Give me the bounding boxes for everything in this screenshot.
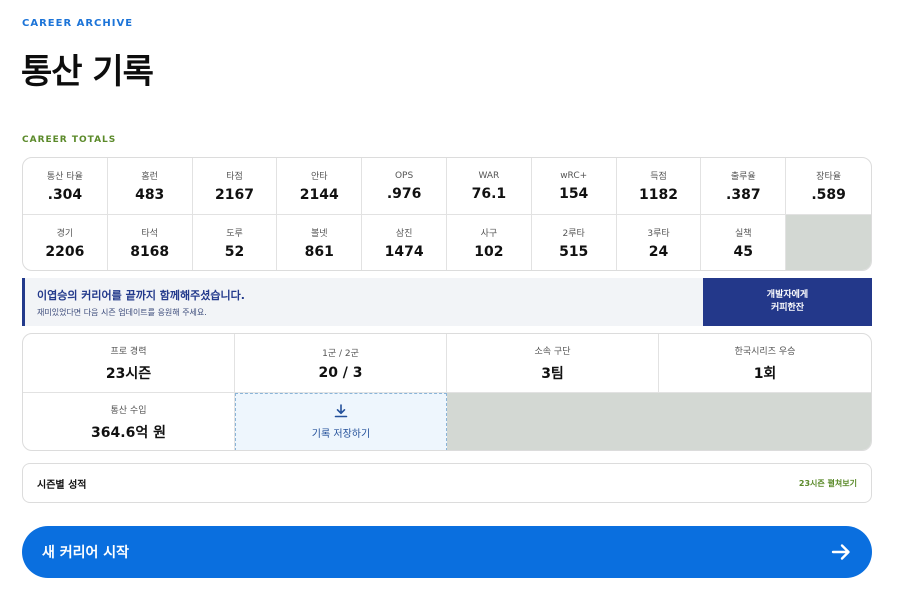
summary-value: 3팀 xyxy=(541,365,564,382)
summary-label: 한국시리즈 우승 xyxy=(734,346,796,357)
summary-teams: 소속 구단 3팀 xyxy=(447,334,659,393)
stat-value: .589 xyxy=(811,187,846,203)
support-subtitle: 재미있었다면 다음 시즌 업데이트를 응원해 주세요. xyxy=(37,308,207,317)
stat-value: .304 xyxy=(47,187,83,203)
coffee-button-line2: 커피한잔 xyxy=(770,303,805,313)
stat-value: 861 xyxy=(304,244,334,260)
stat-label: 볼넷 xyxy=(311,229,328,239)
summary-label: 1군 / 2군 xyxy=(322,348,359,359)
stat-label: 사구 xyxy=(480,229,498,239)
summary-value: 20 / 3 xyxy=(318,364,363,381)
stat-value: 45 xyxy=(733,244,754,260)
summary-korean-series: 한국시리즈 우승 1회 xyxy=(659,334,871,393)
stat-errors: 실책 45 xyxy=(701,215,787,270)
stat-label: 삼진 xyxy=(395,229,413,239)
stat-3b: 3루타 24 xyxy=(617,215,702,270)
download-icon xyxy=(334,404,348,418)
stat-value: .387 xyxy=(726,187,761,203)
support-banner: 이엽승의 커리어를 끝까지 함께해주셨습니다. 재미있었다면 다음 시즌 업데이… xyxy=(22,278,872,326)
season-stats-title: 시즌별 성적 xyxy=(37,479,87,491)
stat-value: 8168 xyxy=(130,244,170,260)
new-career-button[interactable]: 새 커리어 시작 xyxy=(22,526,872,578)
stat-sb: 도루 52 xyxy=(193,215,278,270)
stat-hits: 안타 2144 xyxy=(277,158,363,215)
stat-label: 2루타 xyxy=(562,229,585,239)
stat-value: 76.1 xyxy=(471,185,507,202)
stat-label: 통산 타율 xyxy=(46,172,83,182)
stat-label: 안타 xyxy=(311,172,328,182)
stat-value: 515 xyxy=(559,244,589,260)
stat-label: 장타율 xyxy=(816,172,842,182)
season-stats-toggle[interactable]: 시즌별 성적 23시즌 펼쳐보기 xyxy=(22,463,872,503)
stat-hr: 홈런 483 xyxy=(107,158,193,215)
stat-label: 출루율 xyxy=(730,172,756,182)
stat-label: 도루 xyxy=(226,229,243,239)
coffee-button[interactable]: 개발자에게 커피한잔 xyxy=(703,278,872,326)
stat-value: 52 xyxy=(224,244,245,260)
stat-2b: 2루타 515 xyxy=(532,215,617,270)
stat-label: OPS xyxy=(394,170,414,181)
summary-pro-career: 프로 경력 23시즌 xyxy=(23,334,235,393)
stat-value: 24 xyxy=(648,244,669,260)
stat-pa: 타석 8168 xyxy=(108,215,193,270)
summary-value: 23시즌 xyxy=(105,365,152,382)
stat-rbi: 타점 2167 xyxy=(192,158,278,215)
stat-avg: 통산 타율 .304 xyxy=(23,158,108,215)
career-totals-label: CAREER TOTALS xyxy=(22,135,117,145)
page-title: 통산 기록 xyxy=(21,52,154,92)
stat-value: 2144 xyxy=(299,187,339,203)
stat-games: 경기 2206 xyxy=(23,215,108,270)
stat-bb: 볼넷 861 xyxy=(277,215,363,270)
arrow-right-icon xyxy=(831,544,850,560)
stat-value: 483 xyxy=(135,187,165,203)
stat-label: wRC+ xyxy=(560,170,588,181)
stat-hbp: 사구 102 xyxy=(447,215,532,270)
stat-label: 득점 xyxy=(650,172,667,182)
career-totals-grid: 통산 타율 .304 홈런 483 타점 2167 안타 2144 OPS .976 WA… xyxy=(22,157,872,271)
stat-label: 실책 xyxy=(735,229,752,239)
stat-label: WAR xyxy=(478,170,500,181)
stat-label: 타점 xyxy=(226,172,243,182)
stat-label: 경기 xyxy=(56,229,74,239)
stat-slg: 장타율 .589 xyxy=(786,158,871,215)
stat-value: 2206 xyxy=(45,244,85,260)
summary-earnings: 통산 수입 364.6억 원 xyxy=(23,393,235,450)
stat-so: 삼진 1474 xyxy=(362,215,447,270)
career-summary-grid: 프로 경력 23시즌 1군 / 2군 20 / 3 소속 구단 3팀 한국시리즈 우승… xyxy=(22,333,872,451)
empty-cell xyxy=(447,393,871,450)
stat-wrc: wRC+ 154 xyxy=(531,158,617,215)
stat-value: .976 xyxy=(386,185,422,202)
coffee-button-line1: 개발자에게 xyxy=(766,290,809,300)
summary-first-second-team: 1군 / 2군 20 / 3 xyxy=(235,334,447,393)
summary-label: 프로 경력 xyxy=(110,346,147,357)
support-message: 이엽승의 커리어를 끝까지 함께해주셨습니다. 재미있었다면 다음 시즌 업데이… xyxy=(22,278,703,326)
season-expand-link[interactable]: 23시즌 펼쳐보기 xyxy=(799,478,857,489)
summary-label: 소속 구단 xyxy=(534,346,571,357)
new-career-label: 새 커리어 시작 xyxy=(42,545,130,561)
stat-value: 154 xyxy=(559,185,589,202)
save-record-button[interactable]: 기록 저장하기 xyxy=(235,393,447,450)
summary-value: 364.6억 원 xyxy=(91,424,166,441)
summary-label: 통산 수입 xyxy=(110,405,147,416)
stat-runs: 득점 1182 xyxy=(616,158,702,215)
support-title: 이엽승의 커리어를 끝까지 함께해주셨습니다. xyxy=(37,289,245,302)
stat-label: 홈런 xyxy=(141,172,158,182)
summary-value: 1회 xyxy=(753,365,777,382)
stat-label: 3루타 xyxy=(647,229,670,239)
save-record-label: 기록 저장하기 xyxy=(311,429,371,440)
eyebrow-label: CAREER ARCHIVE xyxy=(22,18,134,29)
stat-value: 1474 xyxy=(384,244,424,260)
stat-value: 1182 xyxy=(639,187,678,203)
stat-ops: OPS .976 xyxy=(362,158,447,215)
stat-label: 타석 xyxy=(141,229,158,239)
stat-war: WAR 76.1 xyxy=(447,158,532,215)
empty-cell xyxy=(786,215,871,270)
stat-obp: 출루율 .387 xyxy=(701,158,787,215)
stat-value: 102 xyxy=(474,244,504,260)
stat-value: 2167 xyxy=(215,187,254,203)
